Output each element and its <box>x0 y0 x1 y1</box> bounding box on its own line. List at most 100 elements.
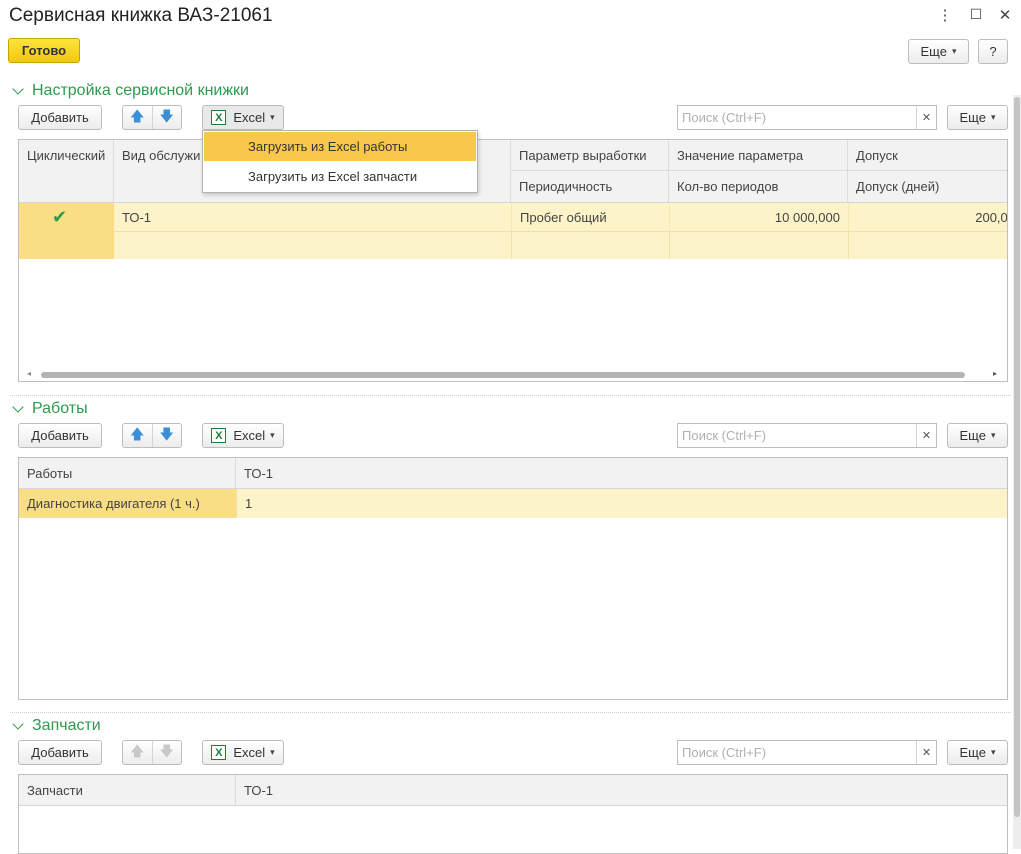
ready-button[interactable]: Готово <box>8 38 80 63</box>
horizontal-scrollbar-thumb[interactable] <box>41 372 965 378</box>
works-move-buttons: 🡅 🡇 <box>122 423 182 448</box>
collapse-chevron-icon <box>12 83 24 95</box>
column-header-to1[interactable]: ТО-1 <box>236 775 1007 806</box>
works-search-input[interactable] <box>678 424 916 447</box>
chevron-down-icon: ▾ <box>990 112 996 122</box>
chevron-down-icon: ▾ <box>270 112 275 122</box>
collapse-chevron-icon <box>12 401 24 413</box>
window-title: Сервисная книжка ВАЗ-21061 <box>9 5 273 26</box>
page-scrollbar[interactable] <box>1013 95 1021 849</box>
check-icon[interactable]: ✔ <box>19 203 114 259</box>
row-divider <box>114 231 1007 232</box>
excel-icon: X <box>211 745 227 760</box>
parts-search-input[interactable] <box>678 741 916 764</box>
works-search: ✕ <box>677 423 937 448</box>
column-header-tolerance-days[interactable]: Допуск (дней) <box>848 171 1007 202</box>
chevron-down-icon: ▾ <box>990 430 996 440</box>
excel-icon: X <box>211 110 227 125</box>
settings-table: Циклический Вид обслужи Параметр выработ… <box>18 139 1008 382</box>
excel-button-label: Excel <box>233 428 266 443</box>
parts-add-button[interactable]: Добавить <box>18 740 102 765</box>
section-divider <box>10 712 1011 713</box>
works-more-button[interactable]: Еще ▾ <box>947 423 1008 448</box>
add-button-label: Добавить <box>31 745 89 760</box>
chevron-down-icon: ▾ <box>270 747 275 757</box>
parts-excel-button[interactable]: X Excel ▾ <box>202 740 284 765</box>
more-button[interactable]: Еще ▾ <box>908 39 969 64</box>
add-button-label: Добавить <box>31 428 89 443</box>
clear-search-icon[interactable]: ✕ <box>916 106 936 129</box>
column-header-works[interactable]: Работы <box>19 458 236 489</box>
column-header-to1[interactable]: ТО-1 <box>236 458 1007 489</box>
help-button-label: ? <box>989 44 997 59</box>
more-button-label: Еще <box>959 745 986 760</box>
page-scrollbar-thumb[interactable] <box>1014 97 1020 817</box>
works-add-button[interactable]: Добавить <box>18 423 102 448</box>
settings-excel-button[interactable]: X Excel ▾ <box>202 105 284 130</box>
chevron-down-icon: ▾ <box>990 747 996 757</box>
collapse-chevron-icon <box>12 718 24 730</box>
settings-search: ✕ <box>677 105 937 130</box>
settings-move-buttons: 🡅 🡇 <box>122 105 182 130</box>
table-row[interactable]: ✔ ТО-1 Пробег общий 10 000,000 200,00 <box>19 203 1007 259</box>
table-row[interactable]: Диагностика двигателя (1 ч.) 1 <box>19 489 1007 518</box>
works-table: Работы ТО-1 Диагностика двигателя (1 ч.)… <box>18 457 1008 700</box>
section-divider <box>10 395 1011 396</box>
chevron-down-icon: ▾ <box>270 430 275 440</box>
section-settings-header[interactable]: Настройка сервисной книжки <box>10 82 249 100</box>
settings-more-button[interactable]: Еще ▾ <box>947 105 1008 130</box>
cell-work-name[interactable]: Диагностика двигателя (1 ч.) <box>19 489 236 518</box>
parts-move-buttons: 🡅 🡇 <box>122 740 182 765</box>
parts-search: ✕ <box>677 740 937 765</box>
section-works-header[interactable]: Работы <box>10 400 88 418</box>
cell-service-type[interactable]: ТО-1 <box>114 203 511 231</box>
move-up-icon: 🡅 <box>123 741 153 764</box>
parts-more-button[interactable]: Еще ▾ <box>947 740 1008 765</box>
column-header-cyclic[interactable]: Циклический <box>19 140 114 202</box>
column-header-tolerance[interactable]: Допуск <box>848 140 1007 171</box>
excel-icon: X <box>211 428 227 443</box>
menu-item-load-works[interactable]: Загрузить из Excel работы <box>204 132 476 161</box>
column-header-parts[interactable]: Запчасти <box>19 775 236 806</box>
move-down-icon[interactable]: 🡇 <box>153 106 182 129</box>
section-parts-title: Запчасти <box>32 717 101 734</box>
move-up-icon[interactable]: 🡅 <box>123 106 153 129</box>
excel-button-label: Excel <box>233 110 266 125</box>
cell-tolerance[interactable]: 200,00 <box>848 203 1007 231</box>
horizontal-scrollbar[interactable]: ◂ ▸ <box>19 369 1007 381</box>
clear-search-icon[interactable]: ✕ <box>916 741 936 764</box>
scroll-right-icon[interactable]: ▸ <box>993 369 997 378</box>
section-parts-header[interactable]: Запчасти <box>10 717 101 735</box>
help-button[interactable]: ? <box>978 39 1008 64</box>
settings-search-input[interactable] <box>678 106 916 129</box>
column-header-param[interactable]: Параметр выработки <box>511 140 669 171</box>
row-divider <box>848 231 849 259</box>
close-icon[interactable]: ✕ <box>996 6 1014 24</box>
kebab-menu-icon[interactable]: ⋮ <box>936 6 954 24</box>
move-up-icon[interactable]: 🡅 <box>123 424 153 447</box>
cell-param[interactable]: Пробег общий <box>511 203 669 231</box>
column-header-periods-count[interactable]: Кол-во периодов <box>669 171 848 202</box>
scroll-left-icon[interactable]: ◂ <box>27 369 31 378</box>
menu-item-load-parts[interactable]: Загрузить из Excel запчасти <box>204 162 476 191</box>
settings-add-button[interactable]: Добавить <box>18 105 102 130</box>
more-button-label: Еще <box>920 44 947 59</box>
row-divider <box>511 231 512 259</box>
more-button-label: Еще <box>959 110 986 125</box>
works-excel-button[interactable]: X Excel ▾ <box>202 423 284 448</box>
add-button-label: Добавить <box>31 110 89 125</box>
section-settings-title: Настройка сервисной книжки <box>32 82 249 99</box>
column-header-param-value[interactable]: Значение параметра <box>669 140 848 171</box>
section-works-title: Работы <box>32 400 88 417</box>
more-button-label: Еще <box>959 428 986 443</box>
move-down-icon: 🡇 <box>159 742 174 759</box>
cell-param-value[interactable]: 10 000,000 <box>669 203 848 231</box>
column-header-periodicity[interactable]: Периодичность <box>511 171 669 202</box>
ready-button-label: Готово <box>21 43 67 58</box>
parts-table: Запчасти ТО-1 <box>18 774 1008 854</box>
move-down-icon[interactable]: 🡇 <box>153 424 182 447</box>
excel-button-label: Excel <box>233 745 266 760</box>
maximize-icon[interactable]: ☐ <box>967 6 985 23</box>
clear-search-icon[interactable]: ✕ <box>916 424 936 447</box>
cell-work-to1[interactable]: 1 <box>236 489 1007 518</box>
